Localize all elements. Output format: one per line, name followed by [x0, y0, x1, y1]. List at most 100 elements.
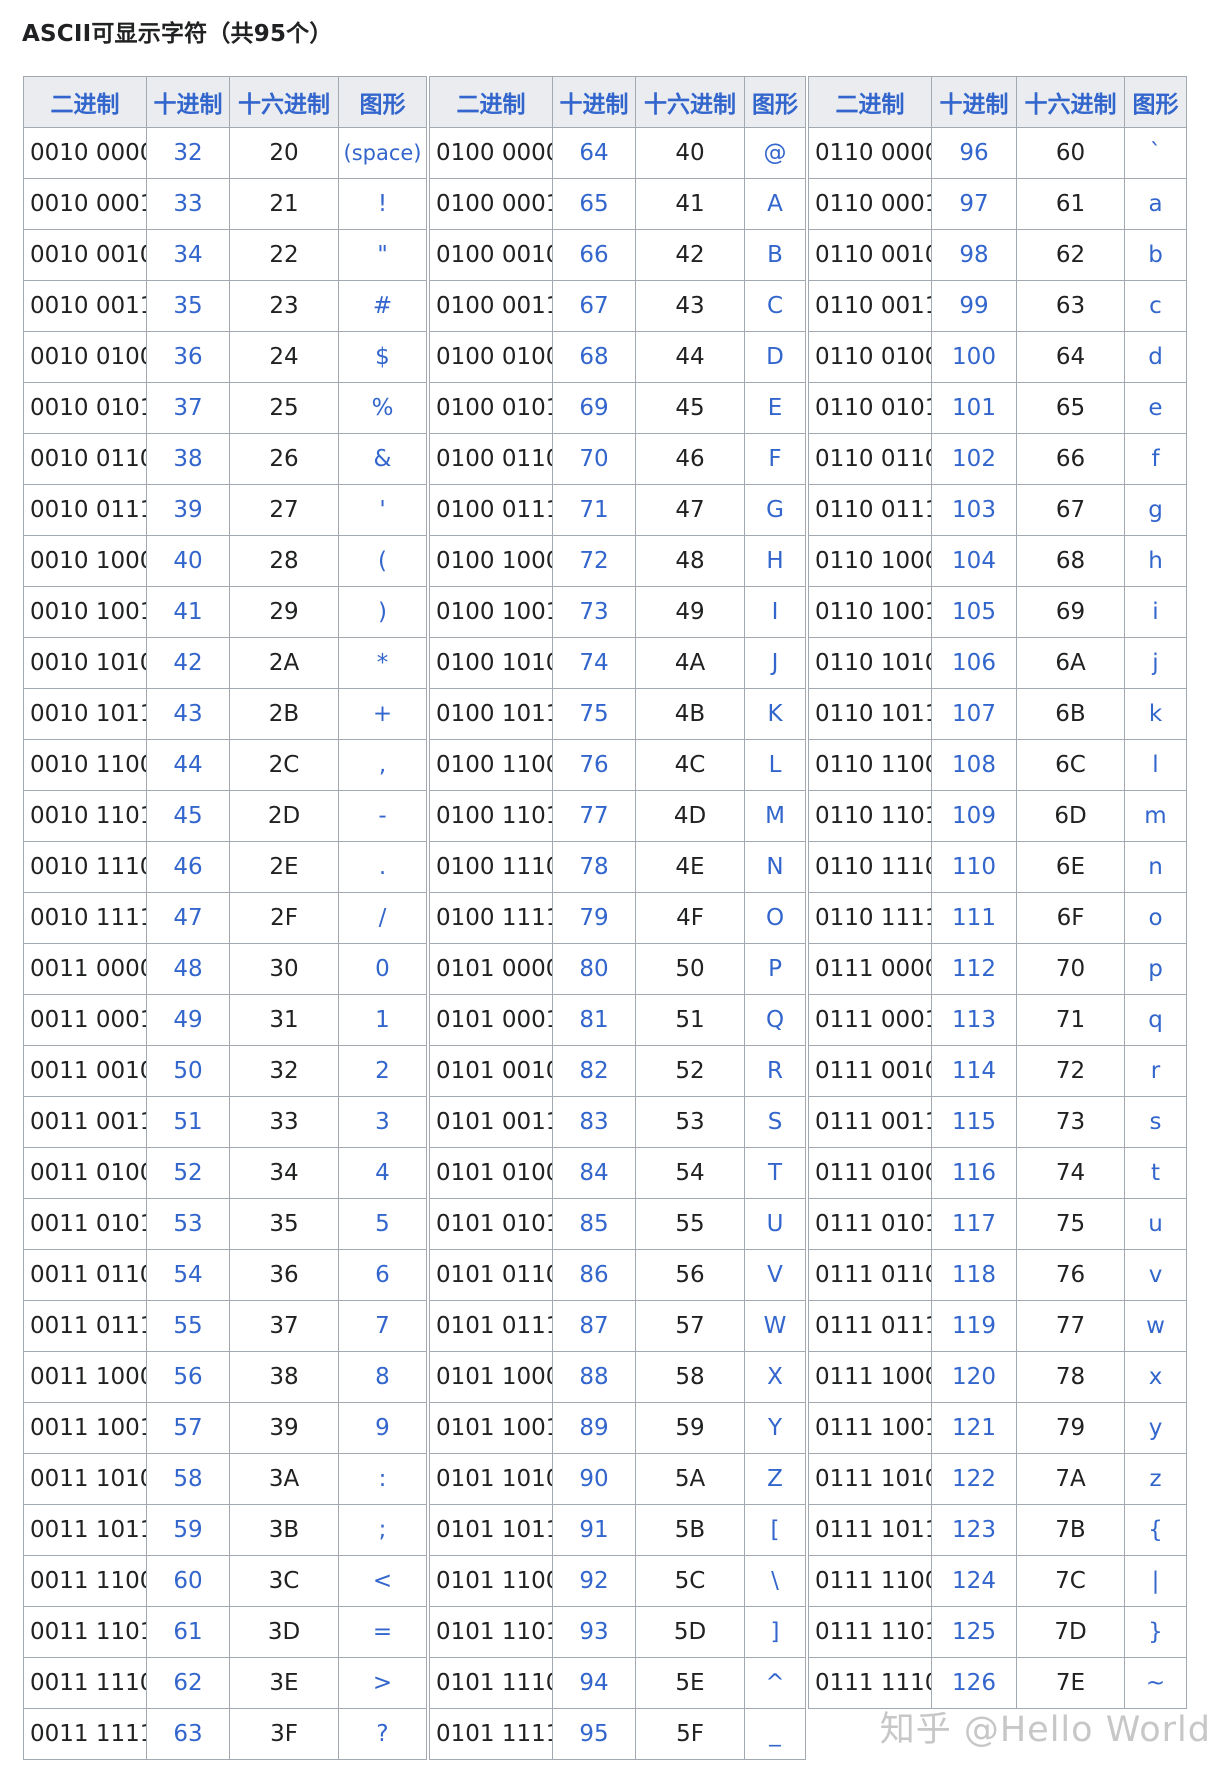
decimal-link[interactable]: 35 [146, 280, 230, 332]
glyph-link[interactable]: L [744, 739, 806, 791]
glyph-link[interactable]: A [744, 178, 806, 230]
glyph-link[interactable]: i [1124, 586, 1187, 638]
glyph-link[interactable]: (space) [338, 127, 427, 179]
decimal-link[interactable]: 98 [931, 229, 1017, 281]
glyph-link[interactable]: ] [744, 1606, 806, 1658]
glyph-link[interactable]: ( [338, 535, 427, 587]
glyph-link[interactable]: b [1124, 229, 1187, 281]
decimal-link[interactable]: 95 [552, 1708, 636, 1760]
glyph-link[interactable]: U [744, 1198, 806, 1250]
glyph-link[interactable]: l [1124, 739, 1187, 791]
glyph-link[interactable]: 9 [338, 1402, 427, 1454]
decimal-link[interactable]: 124 [931, 1555, 1017, 1607]
glyph-link[interactable]: o [1124, 892, 1187, 944]
decimal-link[interactable]: 88 [552, 1351, 636, 1403]
decimal-link[interactable]: 70 [552, 433, 636, 485]
decimal-link[interactable]: 64 [552, 127, 636, 179]
glyph-link[interactable]: ) [338, 586, 427, 638]
decimal-link[interactable]: 111 [931, 892, 1017, 944]
glyph-link[interactable]: Q [744, 994, 806, 1046]
glyph-link[interactable]: M [744, 790, 806, 842]
decimal-link[interactable]: 114 [931, 1045, 1017, 1097]
glyph-link[interactable]: + [338, 688, 427, 740]
decimal-link[interactable]: 32 [146, 127, 230, 179]
glyph-link[interactable]: 0 [338, 943, 427, 995]
decimal-link[interactable]: 84 [552, 1147, 636, 1199]
decimal-link[interactable]: 45 [146, 790, 230, 842]
decimal-link[interactable]: 54 [146, 1249, 230, 1301]
decimal-link[interactable]: 116 [931, 1147, 1017, 1199]
glyph-link[interactable]: C [744, 280, 806, 332]
decimal-link[interactable]: 34 [146, 229, 230, 281]
decimal-link[interactable]: 103 [931, 484, 1017, 536]
glyph-link[interactable]: 3 [338, 1096, 427, 1148]
decimal-link[interactable]: 58 [146, 1453, 230, 1505]
decimal-link[interactable]: 52 [146, 1147, 230, 1199]
glyph-link[interactable]: Z [744, 1453, 806, 1505]
decimal-link[interactable]: 53 [146, 1198, 230, 1250]
decimal-link[interactable]: 121 [931, 1402, 1017, 1454]
glyph-link[interactable]: 2 [338, 1045, 427, 1097]
decimal-link[interactable]: 43 [146, 688, 230, 740]
glyph-link[interactable]: * [338, 637, 427, 689]
decimal-link[interactable]: 108 [931, 739, 1017, 791]
glyph-link[interactable]: E [744, 382, 806, 434]
decimal-link[interactable]: 47 [146, 892, 230, 944]
decimal-link[interactable]: 79 [552, 892, 636, 944]
glyph-link[interactable]: 7 [338, 1300, 427, 1352]
decimal-link[interactable]: 72 [552, 535, 636, 587]
glyph-link[interactable]: R [744, 1045, 806, 1097]
glyph-link[interactable]: 5 [338, 1198, 427, 1250]
glyph-link[interactable]: S [744, 1096, 806, 1148]
glyph-link[interactable]: , [338, 739, 427, 791]
decimal-link[interactable]: 48 [146, 943, 230, 995]
glyph-link[interactable]: ! [338, 178, 427, 230]
glyph-link[interactable]: J [744, 637, 806, 689]
decimal-link[interactable]: 41 [146, 586, 230, 638]
glyph-link[interactable]: % [338, 382, 427, 434]
decimal-link[interactable]: 123 [931, 1504, 1017, 1556]
decimal-link[interactable]: 66 [552, 229, 636, 281]
decimal-link[interactable]: 42 [146, 637, 230, 689]
decimal-link[interactable]: 90 [552, 1453, 636, 1505]
glyph-link[interactable]: H [744, 535, 806, 587]
glyph-link[interactable]: s [1124, 1096, 1187, 1148]
glyph-link[interactable]: f [1124, 433, 1187, 485]
glyph-link[interactable]: } [1124, 1606, 1187, 1658]
decimal-link[interactable]: 76 [552, 739, 636, 791]
decimal-link[interactable]: 36 [146, 331, 230, 383]
glyph-link[interactable]: Y [744, 1402, 806, 1454]
decimal-link[interactable]: 113 [931, 994, 1017, 1046]
decimal-link[interactable]: 125 [931, 1606, 1017, 1658]
glyph-link[interactable]: & [338, 433, 427, 485]
glyph-link[interactable]: T [744, 1147, 806, 1199]
glyph-link[interactable]: g [1124, 484, 1187, 536]
glyph-link[interactable]: B [744, 229, 806, 281]
decimal-link[interactable]: 97 [931, 178, 1017, 230]
glyph-link[interactable]: 6 [338, 1249, 427, 1301]
decimal-link[interactable]: 112 [931, 943, 1017, 995]
glyph-link[interactable]: O [744, 892, 806, 944]
decimal-link[interactable]: 93 [552, 1606, 636, 1658]
decimal-link[interactable]: 83 [552, 1096, 636, 1148]
glyph-link[interactable]: x [1124, 1351, 1187, 1403]
glyph-link[interactable]: v [1124, 1249, 1187, 1301]
glyph-link[interactable]: 1 [338, 994, 427, 1046]
glyph-link[interactable]: e [1124, 382, 1187, 434]
decimal-link[interactable]: 115 [931, 1096, 1017, 1148]
decimal-link[interactable]: 105 [931, 586, 1017, 638]
decimal-link[interactable]: 87 [552, 1300, 636, 1352]
decimal-link[interactable]: 100 [931, 331, 1017, 383]
decimal-link[interactable]: 118 [931, 1249, 1017, 1301]
decimal-link[interactable]: 102 [931, 433, 1017, 485]
glyph-link[interactable]: _ [744, 1708, 806, 1760]
glyph-link[interactable]: > [338, 1657, 427, 1709]
glyph-link[interactable]: 8 [338, 1351, 427, 1403]
glyph-link[interactable]: y [1124, 1402, 1187, 1454]
decimal-link[interactable]: 67 [552, 280, 636, 332]
glyph-link[interactable]: ; [338, 1504, 427, 1556]
glyph-link[interactable]: [ [744, 1504, 806, 1556]
decimal-link[interactable]: 107 [931, 688, 1017, 740]
glyph-link[interactable]: F [744, 433, 806, 485]
decimal-link[interactable]: 50 [146, 1045, 230, 1097]
